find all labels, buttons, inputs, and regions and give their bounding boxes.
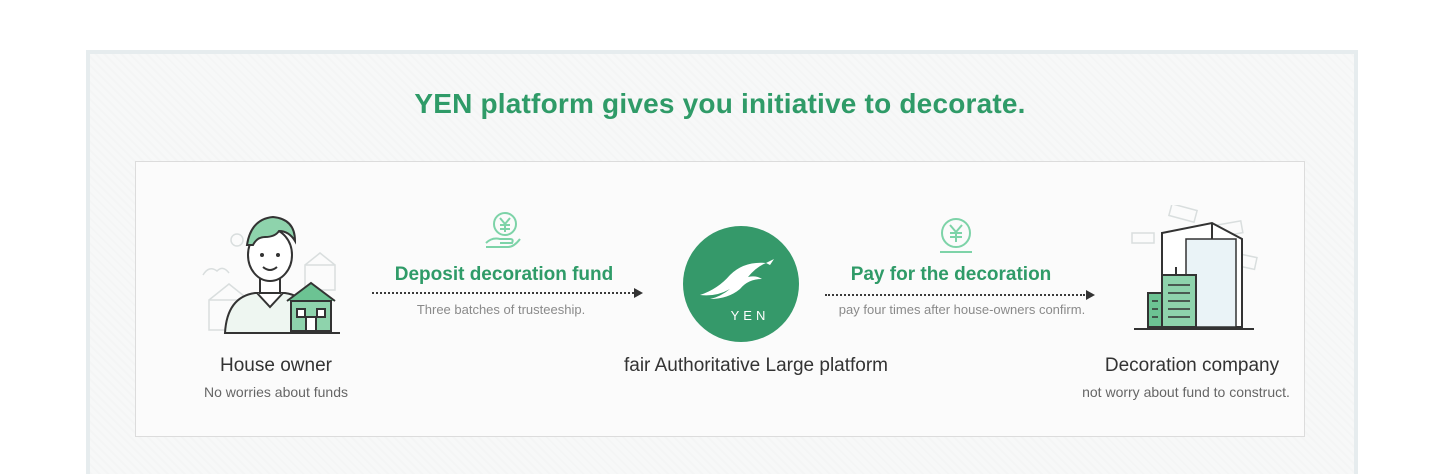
house-owner-subtitle: No worries about funds xyxy=(204,384,348,400)
decoration-company-subtitle: not worry about fund to construct. xyxy=(1082,384,1290,400)
deposit-step-subtitle: Three batches of trusteeship. xyxy=(416,302,586,317)
pay-step-subtitle: pay four times after house-owners confir… xyxy=(838,302,1086,317)
decoration-company-illustration xyxy=(1131,205,1258,330)
deposit-step-title: Deposit decoration fund xyxy=(394,264,614,285)
platform-label: fair Authoritative Large platform xyxy=(623,355,889,376)
pay-step-title: Pay for the decoration xyxy=(850,264,1052,285)
yen-logo-icon xyxy=(683,226,799,342)
deposit-arrow xyxy=(372,292,634,296)
yen-hand-icon xyxy=(485,212,521,248)
yen-coin-icon xyxy=(940,218,972,253)
yen-logo-text: YEN xyxy=(730,308,770,323)
pay-arrow xyxy=(825,294,1085,298)
house-owner-label: House owner xyxy=(220,355,332,376)
deposit-arrow-head xyxy=(634,288,643,298)
pay-arrow-head xyxy=(1086,290,1095,300)
page-title: YEN platform gives you initiative to dec… xyxy=(414,88,1026,119)
house-owner-illustration xyxy=(202,215,340,334)
decoration-company-label: Decoration company xyxy=(1104,355,1280,376)
